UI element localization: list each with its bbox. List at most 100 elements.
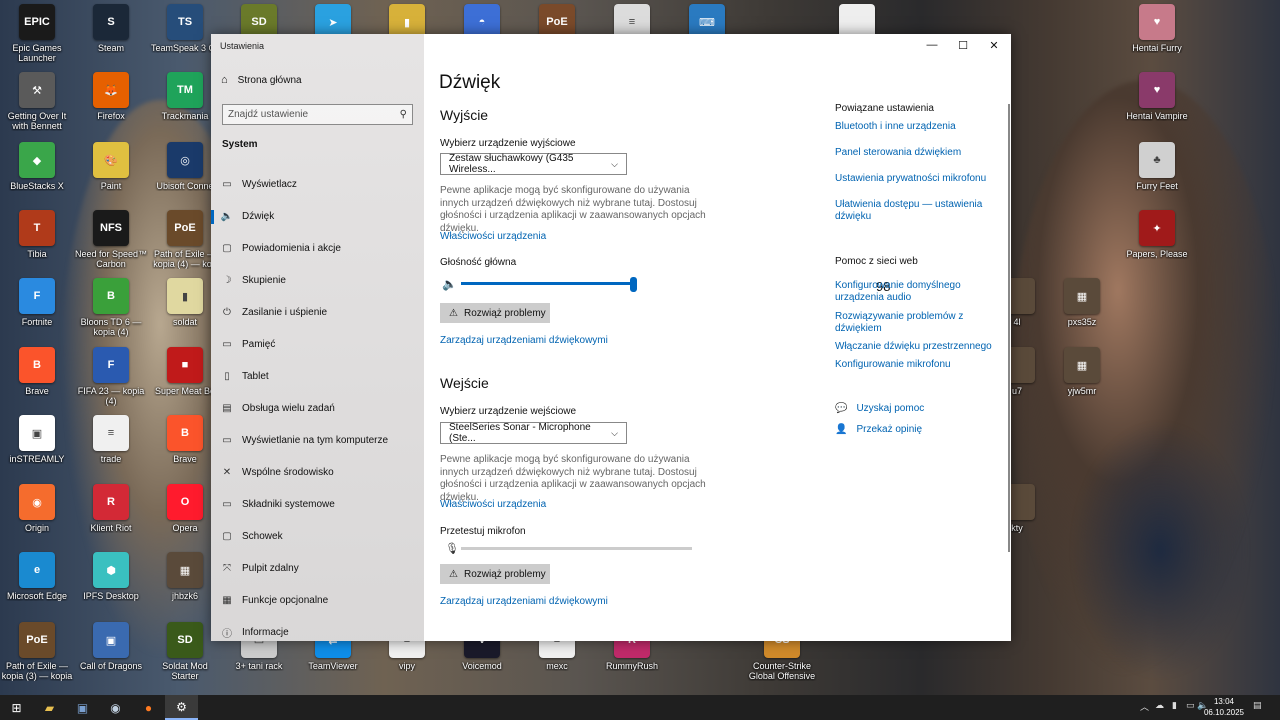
sidebar-item[interactable]: ⤧ Pulpit zdalny xyxy=(211,555,424,581)
desktop-icon[interactable]: ▦ pxs35z xyxy=(1045,276,1119,346)
desktop-icon[interactable]: R Klient Riot xyxy=(74,482,148,552)
desktop-icon[interactable]: ▦ yjw5mr xyxy=(1045,345,1119,415)
focus-icon: ☽ xyxy=(222,274,232,286)
minimize-button[interactable]: — xyxy=(916,34,948,56)
web-link-default-audio[interactable]: Konfigurowanie domyślnego urządzenia aud… xyxy=(835,280,970,304)
web-link-microphone[interactable]: Konfigurowanie mikrofonu xyxy=(835,359,995,371)
volume-slider[interactable] xyxy=(461,277,637,292)
home-label: Strona główna xyxy=(237,74,302,86)
feedback-link[interactable]: 👤 Przekaż opinię xyxy=(835,424,922,435)
app-icon: ⬢ xyxy=(93,552,129,588)
clock[interactable]: 13:04 06.10.2025 xyxy=(1203,696,1245,718)
input-manage-link[interactable]: Zarządzaj urządzeniami dźwiękowymi xyxy=(440,596,608,607)
volume-fill xyxy=(461,282,633,285)
clipboard-icon: ▢ xyxy=(222,530,232,542)
search-input[interactable]: Znajdź ustawienie ⚲ xyxy=(222,104,413,125)
output-manage-link[interactable]: Zarządzaj urządzeniami dźwiękowymi xyxy=(440,335,608,346)
desktop-icon[interactable]: ▣ inSTREAMLY xyxy=(0,413,74,483)
desktop-icon[interactable]: S Steam xyxy=(74,2,148,72)
sidebar-item[interactable]: ▯ Tablet xyxy=(211,363,424,389)
sidebar-item[interactable]: ▭ Pamięć xyxy=(211,331,424,357)
volume-label: Głośność główna xyxy=(440,257,517,268)
related-link-bluetooth[interactable]: Bluetooth i inne urządzenia xyxy=(835,121,995,133)
sidebar-item[interactable]: ▢ Powiadomienia i akcje xyxy=(211,235,424,261)
start-button[interactable]: ⊞ xyxy=(0,695,33,720)
sidebar-item[interactable]: ⓘ Informacje xyxy=(211,619,424,641)
steam-icon[interactable]: ◉ xyxy=(99,695,132,720)
notifications-icon[interactable]: ▤ xyxy=(1253,700,1262,711)
usb-icon[interactable]: ▮ xyxy=(1172,700,1177,711)
sidebar-item-label: Zasilanie i uśpienie xyxy=(242,306,328,318)
desktop-icon[interactable]: NFS Need for Speed™ Carbon xyxy=(74,208,148,278)
settings-icon[interactable]: ⚙ xyxy=(165,695,198,720)
desktop-icon[interactable]: EPIC Epic Games Launcher xyxy=(0,2,74,72)
speaker-icon[interactable]: 🔈 xyxy=(442,277,457,291)
desktop-icon[interactable]: ♣ Furry Feet xyxy=(1120,140,1194,210)
scrollbar[interactable] xyxy=(1008,104,1010,552)
sidebar-item-label: Powiadomienia i akcje xyxy=(242,242,341,254)
app-icon: PoE xyxy=(19,622,55,658)
desktop-icon[interactable]: ♥ Hentai Furry xyxy=(1120,2,1194,72)
desktop-icon[interactable]: F Fortnite xyxy=(0,276,74,346)
desktop-icon[interactable]: ♥ Hentai Vampire xyxy=(1120,70,1194,140)
app-icon: ♣ xyxy=(1139,142,1175,178)
desktop-icon[interactable]: ⬢ IPFS Desktop xyxy=(74,550,148,620)
related-link-mic-privacy[interactable]: Ustawienia prywatności mikrofonu xyxy=(835,173,995,185)
file-explorer-icon[interactable]: ▰ xyxy=(33,695,66,720)
desktop-icon-label: IPFS Desktop xyxy=(83,591,139,601)
desktop-icon[interactable]: PoE Path of Exile — kopia (3) — kopia xyxy=(0,620,74,690)
desktop-icon[interactable]: e Microsoft Edge xyxy=(0,550,74,620)
related-link-sound-panel[interactable]: Panel sterowania dźwiękiem xyxy=(835,147,995,159)
input-troubleshoot-button[interactable]: ⚠ Rozwiąż problemy xyxy=(440,564,550,584)
app-icon: B xyxy=(19,347,55,383)
sidebar-item[interactable]: ▭ Składniki systemowe xyxy=(211,491,424,517)
home-link[interactable]: ⌂ Strona główna xyxy=(221,74,302,86)
desktop-icon[interactable]: ▣ Call of Dragons xyxy=(74,620,148,690)
desktop-icon[interactable]: 🦊 Firefox xyxy=(74,70,148,140)
desktop-icon-label: FIFA 23 — kopia (4) xyxy=(77,386,145,406)
sidebar-item[interactable]: ⏻ Zasilanie i uśpienie xyxy=(211,299,424,325)
sidebar-item[interactable]: ▭ Wyświetlacz xyxy=(211,171,424,197)
desktop-icon[interactable]: T Tibia xyxy=(0,208,74,278)
desktop-icon[interactable]: ⚒ Getting Over It with Bennett Foddy xyxy=(0,70,74,140)
sidebar-item[interactable]: ▤ Obsługa wielu zadań xyxy=(211,395,424,421)
output-properties-link[interactable]: Właściwości urządzenia xyxy=(440,231,546,242)
desktop-icon-label: Soldat Mod Starter xyxy=(162,661,208,681)
desktop-icon[interactable]: ✦ Papers, Please xyxy=(1120,208,1194,278)
network-icon[interactable]: ▭ xyxy=(1186,700,1195,711)
volume-thumb[interactable] xyxy=(629,277,637,292)
desktop-icon[interactable]: 🎨 Paint xyxy=(74,140,148,210)
desktop-icon[interactable]: ≡ trade xyxy=(74,413,148,483)
input-device-dropdown[interactable]: SteelSeries Sonar - Microphone (Ste... ⌵ xyxy=(440,422,627,444)
get-help-link[interactable]: 💬 Uzyskaj pomoc xyxy=(835,403,924,414)
close-button[interactable]: ✕ xyxy=(978,34,1010,56)
sidebar-item[interactable]: ▭ Wyświetlanie na tym komputerze xyxy=(211,427,424,453)
app-icon: B xyxy=(93,278,129,314)
sidebar: Ustawienia ⌂ Strona główna Znajdź ustawi… xyxy=(211,34,424,641)
desktop-icon[interactable]: F FIFA 23 — kopia (4) xyxy=(74,345,148,415)
firefox-icon[interactable]: ● xyxy=(132,695,165,720)
get-help-label: Uzyskaj pomoc xyxy=(856,403,925,414)
sidebar-item[interactable]: ▦ Funkcje opcjonalne xyxy=(211,587,424,613)
desktop-icon-label: Getting Over It with Bennett Foddy xyxy=(7,111,67,131)
maximize-button[interactable]: ☐ xyxy=(947,34,979,56)
output-device-dropdown[interactable]: Zestaw słuchawkowy (G435 Wireless... ⌵ xyxy=(440,153,627,175)
desktop-icon[interactable]: B Brave xyxy=(0,345,74,415)
sidebar-item[interactable]: ▢ Schowek xyxy=(211,523,424,549)
taskbar: ⊞ ▰ ▣ ◉ ● ⚙ ︿ ☁ ▮ ▭ 🔈 13:04 06.10.2025 ▤ xyxy=(0,695,1280,720)
cloud-icon[interactable]: ☁ xyxy=(1155,700,1164,711)
input-properties-link[interactable]: Właściwości urządzenia xyxy=(440,499,546,510)
web-link-spatial[interactable]: Włączanie dźwięku przestrzennego xyxy=(835,341,995,353)
sidebar-item[interactable]: ☽ Skupienie xyxy=(211,267,424,293)
desktop-icon[interactable]: ◉ Origin xyxy=(0,482,74,552)
desktop-icon[interactable]: B Bloons TD 6 — kopia (4) xyxy=(74,276,148,346)
output-troubleshoot-button[interactable]: ⚠ Rozwiąż problemy xyxy=(440,303,550,323)
tray-chevron-icon[interactable]: ︿ xyxy=(1140,700,1149,713)
desktop-icon[interactable]: ◆ BlueStacks X xyxy=(0,140,74,210)
sidebar-item[interactable]: ✕ Wspólne środowisko xyxy=(211,459,424,485)
web-link-troubleshoot[interactable]: Rozwiązywanie problemów z dźwiękiem xyxy=(835,311,970,335)
desktop-icon-label: vipy xyxy=(398,661,415,671)
sidebar-item[interactable]: 🔈 Dźwięk xyxy=(211,203,424,229)
related-link-accessibility[interactable]: Ułatwienia dostępu — ustawienia dźwięku xyxy=(835,199,985,223)
monitor-icon[interactable]: ▣ xyxy=(66,695,99,720)
